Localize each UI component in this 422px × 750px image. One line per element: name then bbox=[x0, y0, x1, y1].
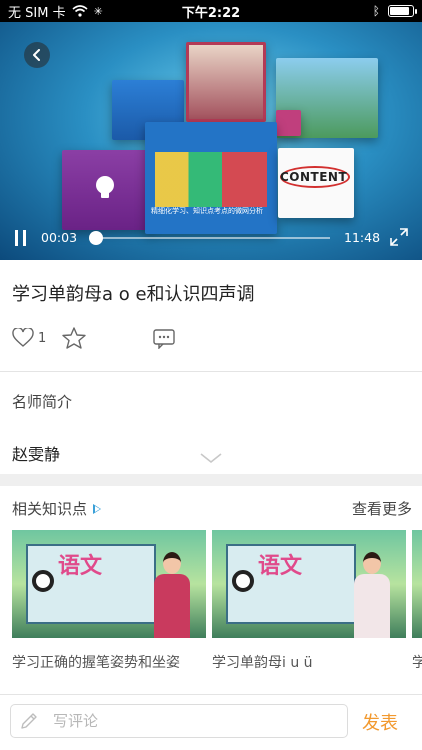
publish-button[interactable]: 发表 bbox=[362, 709, 398, 735]
loading-indicator-icon: ✳ bbox=[93, 4, 103, 18]
divider bbox=[0, 694, 422, 695]
progress-knob[interactable] bbox=[89, 231, 103, 245]
comment-icon[interactable] bbox=[153, 329, 175, 349]
video-controls: 00:03 11:48 bbox=[0, 222, 422, 252]
related-list: 语文 学习正确的握笔姿势和坐姿 语文 学习单韵母i u ü 学 bbox=[12, 530, 422, 670]
pause-icon[interactable] bbox=[14, 230, 28, 246]
carrier-label: 无 SIM 卡 bbox=[8, 5, 66, 21]
related-thumbnail bbox=[412, 530, 422, 638]
thumbnail-logo-text: 语文 bbox=[58, 553, 103, 579]
teacher-figure bbox=[352, 552, 392, 638]
pencil-icon bbox=[21, 713, 37, 729]
current-time: 00:03 bbox=[41, 230, 78, 245]
teacher-figure-outfit bbox=[354, 574, 390, 638]
divider bbox=[0, 371, 422, 372]
slide-art bbox=[155, 152, 267, 207]
back-arrow-icon bbox=[33, 49, 40, 61]
panda-icon bbox=[232, 570, 254, 592]
play-triangle-icon bbox=[93, 503, 102, 514]
related-thumbnail: 语文 bbox=[212, 530, 406, 638]
related-item[interactable]: 学 bbox=[412, 530, 422, 670]
bluetooth-icon: ᛒ bbox=[372, 4, 380, 18]
related-caption: 学习单韵母i u ü bbox=[212, 655, 313, 670]
see-more-link[interactable]: 查看更多 bbox=[352, 498, 412, 519]
related-caption: 学 bbox=[412, 655, 422, 670]
slide-caption: 精细化学习、知识点考点的微网分析 bbox=[151, 207, 263, 215]
teacher-figure-head bbox=[363, 552, 381, 574]
action-row: 1 bbox=[12, 326, 412, 352]
related-item[interactable]: 语文 学习正确的握笔姿势和坐姿 bbox=[12, 530, 206, 670]
lightbulb-icon bbox=[96, 176, 114, 198]
comment-input[interactable] bbox=[53, 712, 313, 730]
status-bar: 无 SIM 卡 ✳ 下午2:22 ᛒ bbox=[0, 0, 422, 22]
thumbnail-logo-text: 语文 bbox=[258, 553, 303, 579]
related-heading-label: 相关知识点 bbox=[12, 500, 88, 518]
heart-icon[interactable] bbox=[12, 328, 34, 348]
section-spacer bbox=[0, 474, 422, 486]
related-heading: 相关知识点 bbox=[12, 498, 102, 519]
video-player[interactable]: 精细化学习、知识点考点的微网分析 CONTENT 00:03 11:48 bbox=[0, 0, 422, 260]
lesson-title: 学习单韵母a o e和认识四声调 bbox=[12, 284, 255, 305]
related-item[interactable]: 语文 学习单韵母i u ü bbox=[212, 530, 406, 670]
back-button[interactable] bbox=[24, 42, 50, 68]
slide-panel-photo-study bbox=[186, 42, 266, 122]
progress-track[interactable] bbox=[95, 237, 330, 239]
like-count: 1 bbox=[38, 331, 47, 346]
panda-icon bbox=[32, 570, 54, 592]
slide-panel-pink bbox=[276, 110, 301, 136]
teacher-figure-outfit bbox=[154, 574, 190, 638]
comment-input-box[interactable] bbox=[10, 704, 348, 738]
fullscreen-icon[interactable] bbox=[390, 228, 408, 246]
teacher-section-label: 名师简介 bbox=[12, 393, 73, 411]
duration: 11:48 bbox=[344, 230, 381, 245]
battery-level bbox=[390, 7, 409, 15]
teacher-name: 赵雯静 bbox=[12, 445, 61, 464]
slide-panel-content: CONTENT bbox=[278, 148, 354, 218]
related-caption: 学习正确的握笔姿势和坐姿 bbox=[12, 655, 180, 670]
teacher-figure-head bbox=[163, 552, 181, 574]
wifi-icon bbox=[72, 5, 88, 17]
star-icon[interactable] bbox=[62, 327, 86, 349]
chevron-down-icon[interactable] bbox=[199, 452, 223, 464]
related-thumbnail: 语文 bbox=[12, 530, 206, 638]
battery-icon bbox=[388, 5, 417, 17]
slide-panel-center: 精细化学习、知识点考点的微网分析 bbox=[145, 122, 277, 234]
teacher-figure bbox=[152, 552, 192, 638]
slide-word: CONTENT bbox=[280, 170, 348, 184]
